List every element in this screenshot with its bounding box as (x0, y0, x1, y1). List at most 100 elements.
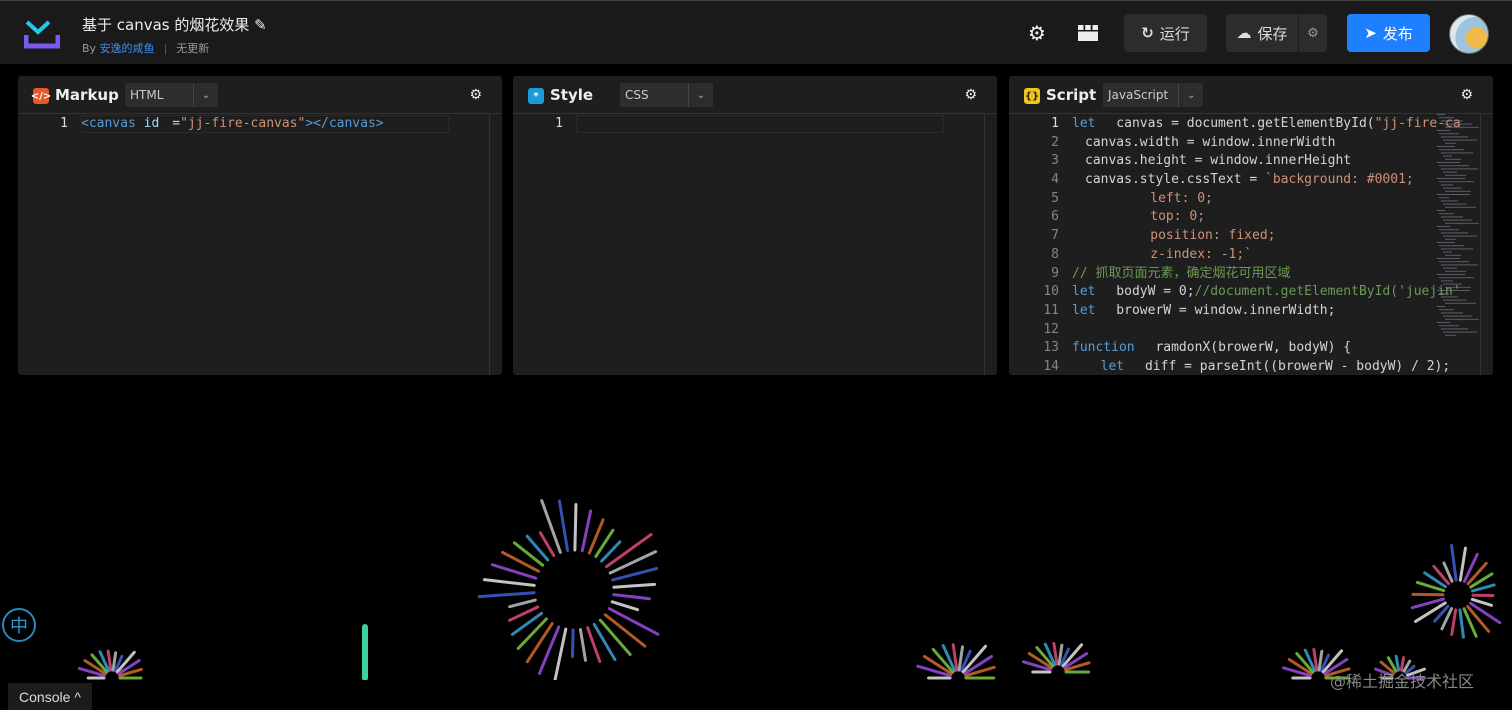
language-select[interactable]: HTML ⌄ (125, 83, 218, 107)
minimap-line (1441, 232, 1468, 234)
minimap-line (1439, 229, 1459, 231)
firework-spark (580, 509, 593, 553)
author-link[interactable]: 安逸的咸鱼 (100, 42, 155, 55)
minimap-line (1439, 325, 1459, 327)
language-value: JavaScript (1108, 88, 1169, 102)
script-badge-icon: {} (1024, 88, 1040, 104)
line-text: z-index: -1;` (1059, 246, 1252, 265)
save-button[interactable]: ☁ 保存 (1226, 14, 1298, 52)
minimap-line (1445, 190, 1471, 192)
line-text: canvas.style.cssText = `background: #000… (1059, 171, 1414, 190)
line-text: let diff = parseInt((browerW - bodyW) / … (1059, 358, 1451, 375)
code-token: canvas.height = window.innerHeight (1085, 153, 1352, 169)
code-line: 5 left: 0; (1009, 190, 1493, 209)
update-status: 无更新 (176, 42, 210, 55)
minimap-line (1443, 155, 1452, 157)
minimap-line (1441, 248, 1473, 250)
settings-icon[interactable]: ⚙ (1025, 21, 1049, 45)
code-token: function (1072, 340, 1135, 356)
layout-icon[interactable] (1076, 21, 1100, 45)
minimap-line (1445, 174, 1466, 176)
page-title[interactable]: 基于 canvas 的烟花效果 ✎ (82, 14, 267, 35)
code-editor[interactable]: 1 let canvas = document.getElementById("j… (1009, 114, 1493, 375)
minimap-line (1445, 286, 1471, 288)
firework-spark (570, 628, 575, 658)
panel-header: {} Script JavaScript ⌄ ⚙ (1009, 76, 1493, 114)
minimap-line (1439, 197, 1449, 199)
minimap-line (1437, 242, 1455, 243)
line-text: // 抓取页面元素，确定烟花可用区域 (1059, 265, 1290, 284)
minimap-line (1443, 251, 1452, 253)
minimap-line (1445, 334, 1456, 336)
console-toggle-button[interactable]: Console ^ (8, 683, 92, 710)
minimap[interactable] (1435, 114, 1479, 344)
ime-indicator-icon[interactable]: 中 (2, 608, 36, 642)
code-line: 2 canvas.width = window.innerWidth (1009, 134, 1493, 153)
language-value: HTML (130, 88, 164, 102)
code-line: 14 let diff = parseInt((browerW - bodyW)… (1009, 358, 1493, 375)
panel-header: </> Markup HTML ⌄ ⚙ (18, 76, 502, 114)
minimap-line (1443, 139, 1477, 141)
edit-pencil-icon[interactable]: ✎ (254, 16, 267, 34)
minimap-line (1443, 219, 1472, 221)
minimap-line (1437, 210, 1445, 211)
code-token: let (1100, 358, 1125, 374)
panel-settings-gear-icon[interactable]: ⚙ (469, 87, 482, 103)
language-select[interactable]: CSS ⌄ (620, 83, 713, 107)
publish-button[interactable]: ➤ 发布 (1347, 14, 1430, 52)
minimap-line (1441, 328, 1468, 330)
vertical-scrollbar[interactable] (984, 114, 985, 375)
code-editor[interactable]: 1 <canvas id ="jj-fire-canvas"></canvas> (18, 114, 502, 134)
chevron-down-icon: ⌄ (688, 83, 713, 107)
line-text: let browerW = window.innerWidth; (1059, 302, 1335, 321)
language-select[interactable]: JavaScript ⌄ (1103, 83, 1204, 107)
code-editor[interactable]: 1 (513, 114, 997, 134)
firework-spark (537, 625, 561, 675)
avatar[interactable] (1449, 14, 1489, 54)
minimap-line (1437, 146, 1455, 147)
line-number: 12 (1043, 321, 1059, 337)
minimap-line (1437, 178, 1465, 179)
code-token: z-index: -1;` (1072, 246, 1253, 262)
code-line: 8 z-index: -1;` (1009, 246, 1493, 265)
code-line: 7 position: fixed; (1009, 227, 1493, 246)
line-number: 9 (1051, 265, 1059, 281)
minimap-line (1443, 171, 1457, 173)
run-button[interactable]: ↻ 运行 (1124, 14, 1207, 52)
panel-settings-gear-icon[interactable]: ⚙ (1460, 87, 1473, 103)
firework-spark (1458, 546, 1467, 582)
editor-panel-markup: </> Markup HTML ⌄ ⚙ 1 <canvas id ="jj-fire-… (18, 76, 502, 375)
code-token: diff = parseInt((browerW - bodyW) / 2); (1137, 358, 1451, 374)
panel-header: * Style CSS ⌄ ⚙ (513, 76, 997, 114)
panel-settings-gear-icon[interactable]: ⚙ (964, 87, 977, 103)
minimap-line (1441, 168, 1478, 170)
cloud-upload-icon: ☁ (1236, 24, 1252, 42)
firework-spark (607, 607, 660, 636)
minimap-line (1439, 261, 1469, 263)
current-line-highlight (81, 115, 449, 133)
code-token: let (1072, 116, 1096, 131)
line-number: 5 (1051, 190, 1059, 206)
line-text: left: 0; (1059, 190, 1213, 209)
minimap-line (1437, 274, 1465, 275)
minimap-line (1437, 322, 1450, 323)
save-options-gear-icon[interactable]: ⚙ (1299, 14, 1327, 52)
vertical-scrollbar[interactable] (489, 114, 490, 375)
minimap-line (1443, 203, 1467, 205)
firework-spark (610, 600, 640, 612)
line-text: let bodyW = 0;//document.getElementById(… (1059, 283, 1461, 302)
minimap-line (1437, 290, 1470, 291)
minimap-line (1443, 283, 1462, 285)
code-line: 10 let bodyW = 0;//document.getElementByI… (1009, 283, 1493, 302)
code-token: canvas = document.getElementById( (1108, 116, 1375, 131)
line-text: top: 0; (1059, 208, 1205, 227)
minimap-line (1439, 213, 1454, 215)
minimap-line (1441, 280, 1453, 282)
logo-icon[interactable] (24, 19, 60, 49)
firework-spark (1458, 608, 1465, 639)
minimap-line (1439, 165, 1469, 167)
firework-spark (482, 578, 536, 587)
minimap-line (1441, 200, 1458, 202)
line-number: 8 (1051, 246, 1059, 262)
vertical-scrollbar[interactable] (1480, 114, 1481, 375)
